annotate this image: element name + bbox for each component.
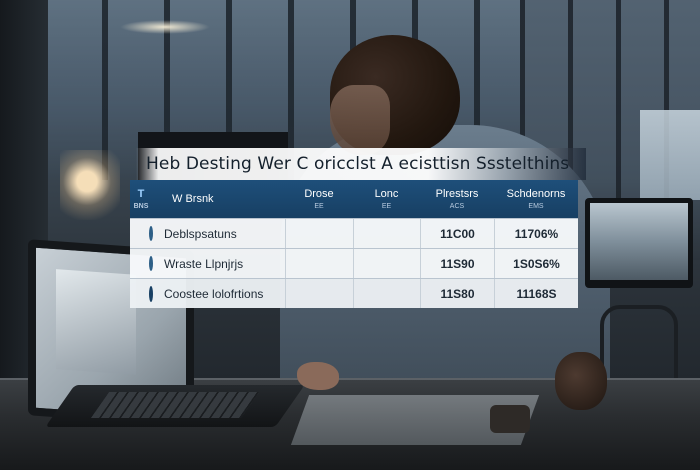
cup: [490, 405, 530, 433]
bright-window: [640, 110, 700, 200]
header-col1-label: W Brsnk: [172, 192, 214, 205]
header-col2-sub: EE: [314, 202, 324, 210]
header-col5-sub: EMS: [528, 202, 544, 210]
header-col4-label: Plrestsrs: [435, 187, 479, 200]
row-col4: 11S80: [420, 279, 494, 308]
row-col2: [285, 249, 353, 278]
table-row: Deblspsatuns 11C00 11706%: [130, 218, 578, 248]
header-col4: Plrestsrs ACS: [420, 180, 494, 218]
row-col3: [353, 279, 420, 308]
row-col3: [353, 249, 420, 278]
header-col5-label: Schdenorns: [506, 187, 566, 200]
row-col5: 11706%: [494, 219, 578, 248]
header-col3-label: Lonc: [374, 187, 399, 200]
row-name: Deblspsatuns: [164, 226, 237, 241]
row-col5: 1S0S6%: [494, 249, 578, 278]
row-col2: [285, 279, 353, 308]
laptop-keyboard: [90, 392, 260, 418]
header-col4-sub: ACS: [449, 202, 465, 210]
header-icon-sub: BNS: [133, 202, 149, 210]
header-col3: Lonc EE: [353, 180, 420, 218]
row-col2: [285, 219, 353, 248]
page-title: Heb Desting Wer C oricclst A ecisttisn S…: [146, 154, 570, 174]
header-col3-sub: EE: [381, 202, 392, 210]
header-icon-label: T: [137, 187, 145, 200]
data-table: T BNS W Brsnk Drose EE Lonc EE Plrestsrs…: [130, 180, 578, 310]
table-row: Wraste Llpnjrjs 11S90 1S0S6%: [130, 248, 578, 278]
row-col4: 11S90: [420, 249, 494, 278]
figurine: [555, 352, 607, 410]
header-col2: Drose EE: [285, 180, 353, 218]
ceiling-light: [120, 20, 210, 34]
desk-lamp: [60, 150, 120, 220]
row-name: Wraste Llpnjrjs: [164, 256, 244, 271]
title-banner: Heb Desting Wer C oricclst A ecisttisn S…: [136, 148, 586, 180]
table-row: Coostee lolofrtions 11S80 11168S: [130, 278, 578, 308]
monitor-right: [585, 198, 693, 288]
header-col5: Schdenorns EMS: [494, 180, 578, 218]
person-face: [330, 85, 390, 155]
table-header: T BNS W Brsnk Drose EE Lonc EE Plrestsrs…: [130, 180, 578, 218]
laptop-screen-content: [56, 269, 136, 375]
row-col3: [353, 219, 420, 248]
monitor-screen: [590, 203, 688, 280]
header-col1: W Brsnk: [152, 180, 285, 218]
table-body: Deblspsatuns 11C00 11706% Wraste Llpnjrj…: [130, 218, 578, 308]
header-col2-label: Drose: [304, 187, 334, 200]
row-col4: 11C00: [420, 219, 494, 248]
row-col5: 11168S: [494, 279, 578, 308]
header-icon-cell: T BNS: [130, 180, 152, 218]
row-name: Coostee lolofrtions: [164, 286, 264, 301]
